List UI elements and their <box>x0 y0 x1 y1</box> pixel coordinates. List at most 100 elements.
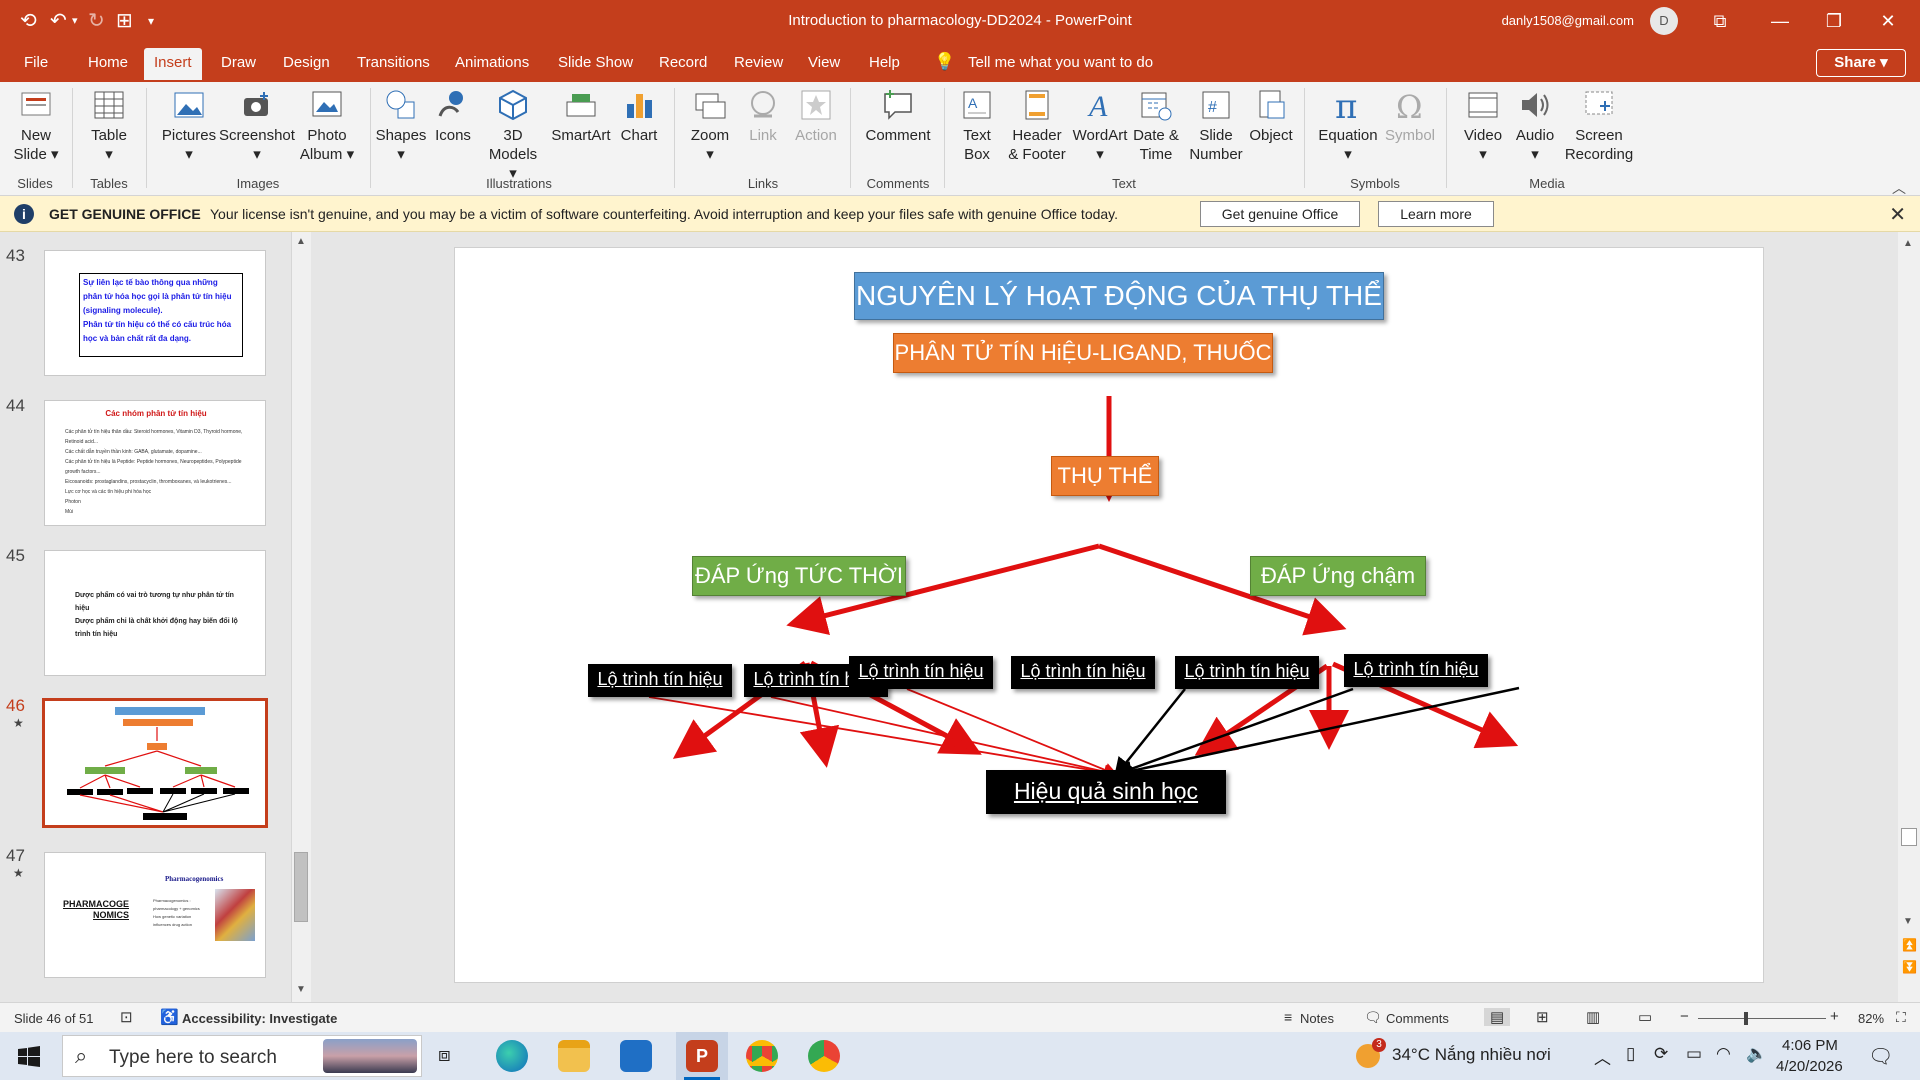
fit-to-window-icon[interactable]: ⛶ <box>1896 1009 1906 1026</box>
icons-button[interactable]: Icons <box>430 88 476 145</box>
file-explorer-icon[interactable] <box>558 1040 590 1072</box>
tab-insert[interactable]: Insert <box>144 48 202 80</box>
tab-transitions[interactable]: Transitions <box>357 54 430 71</box>
table-button[interactable]: Table ▾ <box>84 88 134 164</box>
tell-me-search[interactable]: Tell me what you want to do <box>968 54 1153 71</box>
powerpoint-active-tab[interactable]: P <box>676 1032 728 1080</box>
slide-thumbnail-43[interactable]: Sự liên lạc tế bào thông qua những phân … <box>44 250 266 376</box>
zoom-slider-thumb[interactable] <box>1744 1012 1748 1025</box>
device-icon[interactable]: ▯ <box>1626 1044 1635 1064</box>
pictures-button[interactable]: Pictures ▾ <box>156 88 222 164</box>
wordart-button[interactable]: A WordArt ▾ <box>1070 88 1130 164</box>
scrollbar-thumb[interactable] <box>294 852 308 922</box>
fast-response-box[interactable]: ĐÁP Ứng TỨC THỜI <box>692 556 906 596</box>
chrome-icon[interactable] <box>746 1040 778 1072</box>
scroll-up-icon[interactable]: ▲ <box>296 236 306 247</box>
sync-icon[interactable]: ⟳ <box>1654 1044 1668 1064</box>
zoom-in-icon[interactable]: + <box>1830 1008 1839 1025</box>
scroll-down-icon[interactable]: ▼ <box>1903 916 1913 927</box>
outlook-icon[interactable] <box>620 1040 652 1072</box>
scrollbar-thumb[interactable] <box>1901 828 1917 846</box>
slide-sorter-icon[interactable]: ⊞ <box>1536 1008 1549 1026</box>
notification-icon[interactable]: 🗨 <box>1868 1044 1893 1069</box>
close-icon[interactable]: ✕ <box>1868 6 1908 36</box>
tab-draw[interactable]: Draw <box>221 54 256 71</box>
tab-record[interactable]: Record <box>659 54 707 71</box>
slide-title-box[interactable]: NGUYÊN LÝ HoẠT ĐỘNG CỦA THỤ THỂ <box>854 272 1384 320</box>
symbol-button[interactable]: Ω Symbol <box>1382 88 1438 145</box>
battery-icon[interactable]: ▭ <box>1686 1044 1702 1064</box>
date-time-button[interactable]: Date & Time <box>1128 88 1184 164</box>
scroll-down-icon[interactable]: ▼ <box>296 984 306 995</box>
slow-response-box[interactable]: ĐÁP Ứng chậm <box>1250 556 1426 596</box>
chevron-up-icon[interactable]: ︿ <box>1594 1044 1611 1069</box>
accessibility-status[interactable]: Accessibility: Investigate <box>182 1011 337 1026</box>
share-button[interactable]: Share ▾ <box>1816 49 1906 77</box>
minimize-icon[interactable]: — <box>1760 6 1800 36</box>
comments-icon[interactable]: 🗨 <box>1364 1009 1382 1026</box>
receptor-box[interactable]: THỤ THỂ <box>1051 456 1159 496</box>
tab-review[interactable]: Review <box>734 54 783 71</box>
photo-album-button[interactable]: Photo Album ▾ <box>296 88 358 164</box>
edge-icon[interactable] <box>496 1040 528 1072</box>
slide-thumbnail-44[interactable]: Các nhóm phân tử tín hiệu Các phân tử tí… <box>44 400 266 526</box>
pathway-box-5[interactable]: Lộ trình tín hiệu <box>1175 656 1319 689</box>
tab-design[interactable]: Design <box>283 54 330 71</box>
tab-animations[interactable]: Animations <box>455 54 529 71</box>
next-slide-icon[interactable]: ⏬ <box>1902 960 1917 974</box>
action-button[interactable]: Action <box>790 88 842 145</box>
learn-more-button[interactable]: Learn more <box>1378 201 1494 227</box>
notes-icon[interactable]: ≡ <box>1284 1009 1292 1025</box>
comments-button[interactable]: Comments <box>1386 1011 1449 1026</box>
zoom-level[interactable]: 82% <box>1858 1011 1884 1026</box>
get-genuine-office-button[interactable]: Get genuine Office <box>1200 201 1360 227</box>
ribbon-display-icon[interactable]: ⧉ <box>1700 6 1740 36</box>
reading-view-icon[interactable]: ▥ <box>1586 1008 1600 1026</box>
task-view-icon[interactable]: ⧈ <box>438 1044 451 1067</box>
shapes-button[interactable]: Shapes ▾ <box>374 88 428 164</box>
slide-number-button[interactable]: # Slide Number <box>1188 88 1244 164</box>
tab-home[interactable]: Home <box>88 54 128 71</box>
comment-button[interactable]: Comment <box>860 88 936 145</box>
chrome-profile-icon[interactable] <box>808 1040 840 1072</box>
scroll-up-icon[interactable]: ▲ <box>1903 238 1913 249</box>
chart-button[interactable]: Chart <box>616 88 662 145</box>
smartart-button[interactable]: SmartArt <box>548 88 614 145</box>
slide-scrollbar[interactable]: ▲ ▼ ⏫ ⏬ <box>1898 232 1920 1002</box>
audio-button[interactable]: Audio ▾ <box>1510 88 1560 164</box>
ligand-box[interactable]: PHÂN TỬ TÍN HiỆU-LIGAND, THUỐC <box>893 333 1273 373</box>
pathway-box-3[interactable]: Lộ trình tín hiệu <box>849 656 993 689</box>
account-email[interactable]: danly1508@gmail.com <box>1502 13 1634 28</box>
weather-text[interactable]: 34°C Nắng nhiều nơi <box>1392 1045 1551 1065</box>
zoom-slider[interactable] <box>1698 1018 1826 1019</box>
accessibility-icon[interactable]: ♿ <box>160 1008 179 1026</box>
thumbnail-scrollbar[interactable]: ▲ ▼ <box>291 232 311 1002</box>
wifi-icon[interactable]: ◠ <box>1716 1044 1731 1064</box>
screenshot-button[interactable]: Screenshot ▾ <box>214 88 300 164</box>
slide-canvas[interactable]: NGUYÊN LÝ HoẠT ĐỘNG CỦA THỤ THỂ PHÂN TỬ … <box>454 247 1764 983</box>
previous-slide-icon[interactable]: ⏫ <box>1902 938 1917 952</box>
zoom-button[interactable]: Zoom ▾ <box>684 88 736 164</box>
clock-time[interactable]: 4:06 PM <box>1782 1037 1838 1054</box>
windows-start-icon[interactable] <box>18 1046 40 1068</box>
tab-help[interactable]: Help <box>869 54 900 71</box>
collapse-ribbon-icon[interactable]: ︿ <box>1892 178 1906 198</box>
restore-icon[interactable]: ❐ <box>1814 6 1854 36</box>
text-box-button[interactable]: A Text Box <box>952 88 1002 164</box>
tab-file[interactable]: File <box>24 54 48 71</box>
pathway-box-6[interactable]: Lộ trình tín hiệu <box>1344 654 1488 687</box>
object-button[interactable]: Object <box>1246 88 1296 145</box>
header-footer-button[interactable]: Header & Footer <box>1006 88 1068 164</box>
close-icon[interactable]: ✕ <box>1889 202 1906 227</box>
link-button[interactable]: Link <box>740 88 786 145</box>
pathway-box-1[interactable]: Lộ trình tín hiệu <box>588 664 732 697</box>
tab-view[interactable]: View <box>808 54 840 71</box>
notes-button[interactable]: Notes <box>1300 1011 1334 1026</box>
equation-button[interactable]: π Equation ▾ <box>1312 88 1384 164</box>
pathway-box-4[interactable]: Lộ trình tín hiệu <box>1011 656 1155 689</box>
biological-effect-box[interactable]: Hiệu quả sinh học <box>986 770 1226 814</box>
tab-slide-show[interactable]: Slide Show <box>558 54 633 71</box>
avatar[interactable]: D <box>1650 7 1678 35</box>
slide-thumbnail-45[interactable]: Dược phẩm có vai trò tương tự như phân t… <box>44 550 266 676</box>
screen-recording-button[interactable]: Screen Recording <box>1562 88 1636 164</box>
